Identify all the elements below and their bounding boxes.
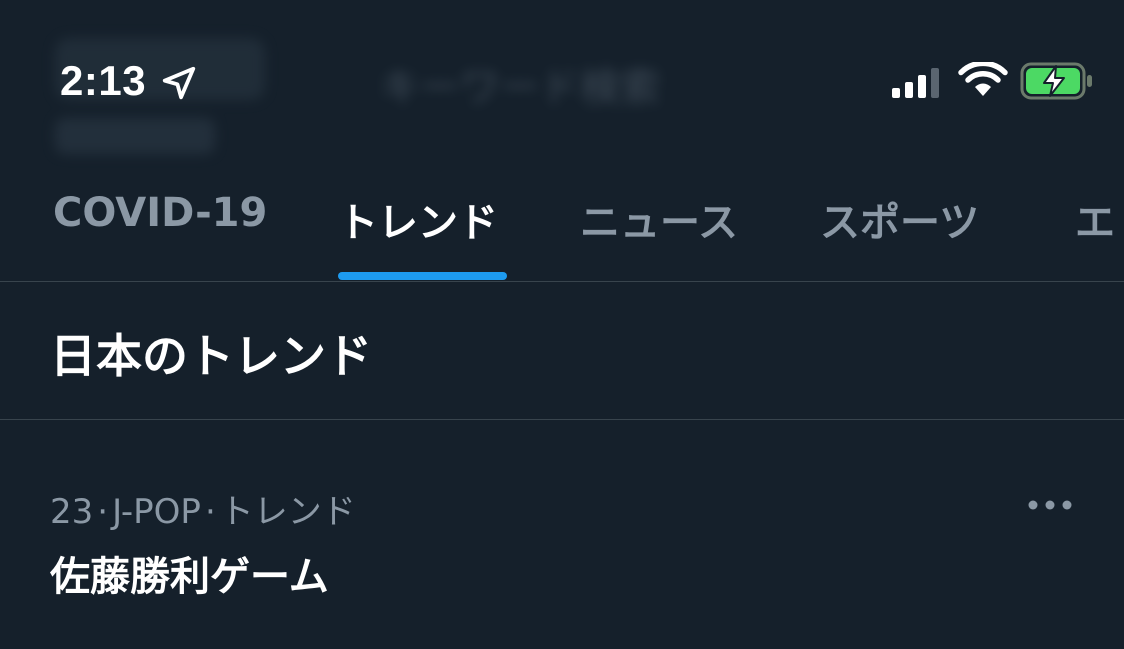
tab-sports[interactable]: スポーツ <box>820 190 979 248</box>
wifi-icon <box>958 62 1008 96</box>
trend-rank: 23 <box>50 492 94 532</box>
tab-trending[interactable]: トレンド <box>338 190 498 248</box>
separator-dot: · <box>204 492 216 532</box>
location-arrow-icon <box>162 66 196 100</box>
trend-context: トレンド <box>219 492 356 532</box>
section-header: 日本のトレンド <box>0 282 1124 420</box>
section-title: 日本のトレンド <box>50 329 372 383</box>
status-time: 2:13 <box>60 57 147 104</box>
active-tab-indicator <box>338 272 507 280</box>
more-horizontal-icon[interactable] <box>1024 490 1076 520</box>
trend-item[interactable]: 23 · J-POP · トレンド 佐藤勝利ゲーム <box>0 420 1124 649</box>
twitter-explore-screen: キーワード検索 2:13 COVID-19 トレンド ニュース スポーツ エ 日… <box>0 0 1124 649</box>
tab-covid-19[interactable]: COVID-19 <box>53 190 267 236</box>
trend-title: 佐藤勝利ゲーム <box>50 554 329 600</box>
separator-dot: · <box>97 492 109 532</box>
tab-entertainment[interactable]: エ <box>1075 190 1115 248</box>
tab-news[interactable]: ニュース <box>580 190 738 248</box>
status-bar: 2:13 <box>0 0 1124 150</box>
trend-category: J-POP <box>112 492 201 532</box>
trend-meta: 23 · J-POP · トレンド <box>50 484 356 533</box>
battery-charging-icon <box>1020 62 1092 100</box>
explore-tab-bar: COVID-19 トレンド ニュース スポーツ エ <box>0 170 1124 282</box>
cellular-signal-icon <box>892 68 939 98</box>
